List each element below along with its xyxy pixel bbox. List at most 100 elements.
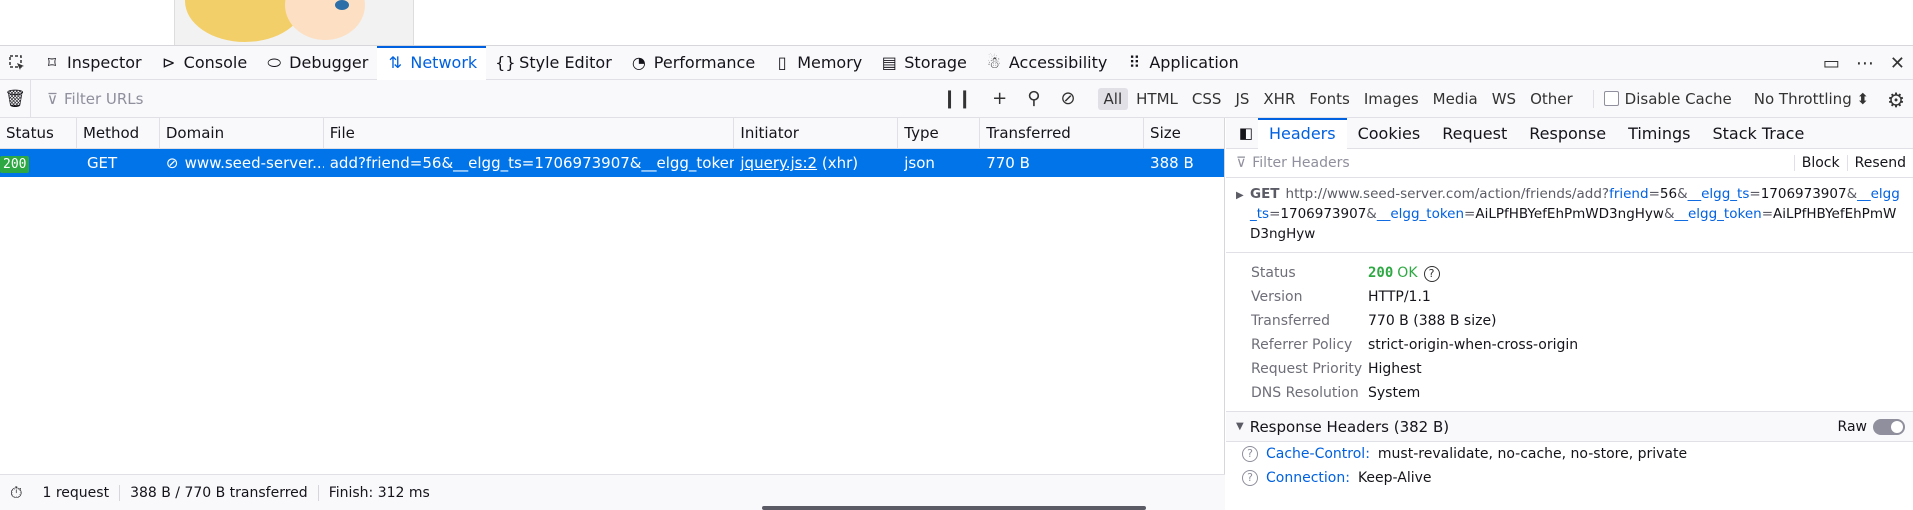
tab-label: Console: [183, 53, 248, 72]
block-icon[interactable]: ⊘: [1060, 88, 1075, 109]
column-header-size[interactable]: Size: [1144, 118, 1224, 149]
column-header-initiator[interactable]: Initiator: [734, 118, 899, 149]
tab-memory[interactable]: ▯ Memory: [764, 46, 871, 80]
search-icon[interactable]: ⚲: [1027, 88, 1040, 109]
file-cell: add?friend=56&__elgg_ts=1706973907&__elg…: [329, 154, 735, 172]
close-icon[interactable]: ✕: [1890, 53, 1905, 74]
tab-performance[interactable]: ◔ Performance: [621, 46, 764, 80]
tab-storage[interactable]: ▤ Storage: [871, 46, 976, 80]
column-header-status[interactable]: Status: [0, 118, 77, 149]
trash-icon[interactable]: 🗑: [0, 89, 30, 109]
stopwatch-icon[interactable]: ⏱: [0, 483, 32, 503]
request-url-line[interactable]: ▶ GET http://www.seed-server.com/action/f…: [1226, 178, 1913, 253]
tab-style-editor[interactable]: {} Style Editor: [486, 46, 621, 80]
column-header-file[interactable]: File: [324, 118, 735, 149]
column-header-transferred[interactable]: Transferred: [980, 118, 1145, 149]
tab-accessibility[interactable]: ☃ Accessibility: [976, 46, 1116, 80]
filter-images[interactable]: Images: [1358, 88, 1425, 110]
table-row[interactable]: 200 GET ⊘ www.seed-server... add?friend=…: [0, 149, 1224, 177]
type-filter-buttons: All HTML CSS JS XHR Fonts Images Media W…: [1097, 87, 1579, 110]
filter-icon: ⊽: [47, 89, 58, 108]
status-cell: 200: [0, 149, 77, 177]
status-text: OK: [1397, 264, 1418, 281]
tab-application[interactable]: ⠿ Application: [1116, 46, 1247, 80]
filter-html[interactable]: HTML: [1130, 88, 1184, 110]
size-cell: 388 B: [1150, 154, 1194, 172]
column-headers: Status Method Domain File Initiator Type…: [0, 118, 1224, 149]
tab-headers[interactable]: Headers: [1258, 117, 1347, 149]
toggle-switch[interactable]: [1873, 418, 1905, 435]
filter-urls-placeholder: Filter URLs: [63, 89, 144, 108]
param-value: 1706973907: [1760, 186, 1847, 202]
tab-console[interactable]: ⊳ Console: [151, 46, 257, 80]
column-header-method[interactable]: Method: [77, 118, 160, 149]
filter-fonts[interactable]: Fonts: [1303, 88, 1355, 110]
tab-inspector[interactable]: ⌑ Inspector: [34, 46, 151, 80]
filter-xhr[interactable]: XHR: [1257, 88, 1301, 110]
storage-icon: ▤: [881, 53, 897, 72]
help-icon[interactable]: ?: [1242, 446, 1258, 462]
tab-network[interactable]: ⇅ Network: [377, 45, 487, 80]
more-options-icon[interactable]: ⋯: [1856, 53, 1874, 74]
raw-toggle[interactable]: Raw: [1838, 418, 1905, 435]
summary-label: Version: [1251, 289, 1303, 305]
summary-label: Referrer Policy: [1251, 337, 1353, 353]
filter-headers-input[interactable]: ⊽ Filter Headers Block Resend: [1226, 149, 1913, 178]
initiator-link[interactable]: jquery.js:2: [740, 154, 817, 172]
status-code: 200: [1368, 264, 1394, 281]
horizontal-scrollbar[interactable]: [762, 506, 1146, 510]
accessibility-icon: ☃: [986, 53, 1002, 72]
status-badge: 200: [0, 156, 30, 173]
filter-js[interactable]: JS: [1229, 88, 1255, 110]
tab-label: Application: [1149, 53, 1239, 72]
summary-row-status: Status 200 OK?: [1251, 261, 1913, 285]
style-editor-icon: {}: [495, 53, 516, 72]
gear-icon[interactable]: ⚙: [1887, 88, 1905, 112]
column-header-type[interactable]: Type: [898, 118, 981, 149]
method-cell: GET: [86, 154, 118, 172]
collapse-triangle-icon[interactable]: ▼: [1236, 421, 1244, 432]
disable-cache-checkbox[interactable]: Disable Cache: [1592, 89, 1732, 108]
expand-triangle-icon[interactable]: ▶: [1236, 186, 1244, 206]
tab-timings[interactable]: Timings: [1617, 118, 1701, 149]
summary-row-transferred: Transferred 770 B (388 B size): [1251, 309, 1913, 333]
help-icon[interactable]: ?: [1242, 470, 1258, 486]
filter-all[interactable]: All: [1097, 87, 1129, 110]
tab-cookies[interactable]: Cookies: [1347, 118, 1432, 149]
checkbox[interactable]: [1603, 91, 1619, 106]
pause-icon[interactable]: ❙❙: [942, 88, 972, 109]
param-value: 56: [1659, 186, 1678, 202]
filter-ws[interactable]: WS: [1486, 88, 1522, 110]
filter-other[interactable]: Other: [1524, 88, 1579, 110]
request-details-panel: ◧ Headers Cookies Request Response Timin…: [1226, 117, 1913, 510]
details-tabs: ◧ Headers Cookies Request Response Timin…: [1226, 117, 1913, 149]
tab-response[interactable]: Response: [1518, 118, 1617, 149]
element-picker-icon[interactable]: [0, 46, 34, 80]
response-headers-title: Response Headers (382 B): [1249, 417, 1450, 436]
dock-side-icon[interactable]: ▭: [1823, 53, 1840, 74]
filter-css[interactable]: CSS: [1186, 88, 1228, 110]
header-name: Connection:: [1266, 470, 1350, 486]
response-headers-section-header[interactable]: ▼ Response Headers (382 B) Raw: [1226, 412, 1913, 442]
help-icon[interactable]: ?: [1423, 265, 1440, 282]
filter-media[interactable]: Media: [1427, 88, 1484, 110]
tab-request[interactable]: Request: [1431, 118, 1518, 149]
filter-headers-placeholder: Filter Headers: [1252, 155, 1350, 171]
column-header-domain[interactable]: Domain: [160, 118, 324, 149]
filter-urls-input[interactable]: ⊽ Filter URLs: [30, 79, 930, 118]
tab-label: Memory: [797, 53, 863, 72]
resend-button[interactable]: Resend: [1846, 155, 1913, 171]
toggle-panel-icon[interactable]: ◧: [1234, 124, 1258, 142]
page-content-area: [0, 0, 1913, 45]
summary-label: Transferred: [1251, 313, 1330, 329]
tab-stack-trace[interactable]: Stack Trace: [1701, 118, 1815, 149]
summary-label: Status: [1251, 265, 1296, 281]
block-button[interactable]: Block: [1793, 155, 1847, 171]
throttling-select[interactable]: No Throttling ⬍: [1754, 90, 1869, 108]
insecure-lock-icon: ⊘: [165, 154, 179, 172]
devtools-toolbar: ⌑ Inspector ⊳ Console ⬭ Debugger ⇅ Network {…: [0, 45, 1913, 80]
tab-debugger[interactable]: ⬭ Debugger: [256, 46, 377, 80]
add-icon[interactable]: +: [992, 88, 1007, 109]
initiator-cell: jquery.js:2 (xhr): [734, 149, 898, 177]
inspector-icon: ⌑: [47, 53, 57, 72]
